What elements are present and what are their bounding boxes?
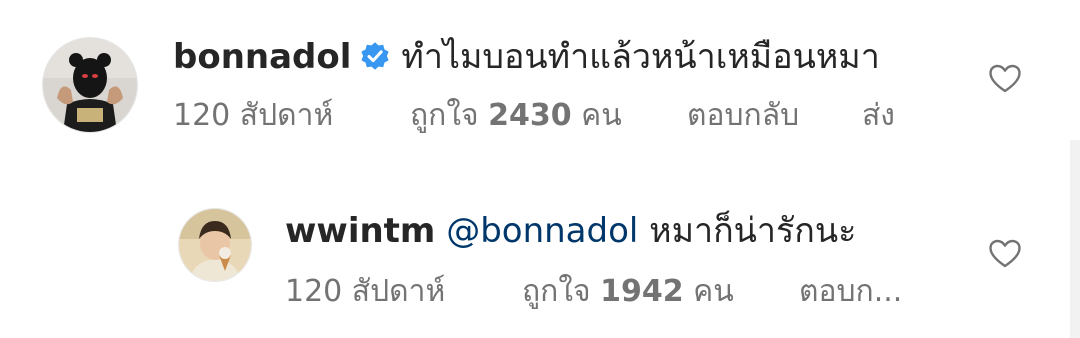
masked-person-avatar bbox=[43, 38, 137, 132]
like-button[interactable] bbox=[988, 62, 1022, 96]
likes-suffix: คน bbox=[693, 274, 734, 309]
comment-meta: 120 สัปดาห์ ถูกใจ 2430 คน ตอบกลับ ส่ง bbox=[173, 98, 933, 134]
likes-number: 2430 bbox=[488, 98, 572, 133]
like-button[interactable] bbox=[988, 237, 1022, 271]
mention-link[interactable]: @bonnadol bbox=[446, 211, 638, 251]
heart-outline-icon bbox=[989, 64, 1021, 93]
heart-outline-icon bbox=[989, 239, 1021, 268]
like-count[interactable]: ถูกใจ 2430 คน bbox=[410, 98, 622, 134]
send-button[interactable]: ส่ง bbox=[862, 98, 895, 134]
comment-text: ทำไมบอนทำแล้วหน้าเหมือนหมา bbox=[401, 37, 880, 77]
likes-number: 1942 bbox=[600, 274, 684, 309]
username[interactable]: wwintm bbox=[285, 211, 435, 251]
timestamp[interactable]: 120 สัปดาห์ bbox=[285, 274, 445, 310]
timestamp[interactable]: 120 สัปดาห์ bbox=[173, 98, 333, 134]
comment-text: หมาก็น่ารักนะ bbox=[649, 211, 857, 251]
comment-meta: 120 สัปดาห์ ถูกใจ 1942 คน ตอบก... bbox=[285, 274, 935, 310]
reply-button[interactable]: ตอบกลับ bbox=[687, 98, 799, 134]
verified-badge-icon bbox=[359, 40, 391, 72]
likes-prefix: ถูกใจ bbox=[410, 98, 479, 133]
username[interactable]: bonnadol bbox=[173, 37, 351, 77]
avatar-wwintm[interactable] bbox=[178, 208, 252, 282]
like-count[interactable]: ถูกใจ 1942 คน bbox=[522, 274, 734, 310]
person-eating-icecream-avatar bbox=[179, 209, 251, 281]
likes-suffix: คน bbox=[581, 98, 622, 133]
comment-line: wwintm @bonnadol หมาก็น่ารักนะ bbox=[285, 211, 856, 251]
likes-prefix: ถูกใจ bbox=[522, 274, 591, 309]
comment-line: bonnadol ทำไมบอนทำแล้วหน้าเหมือนหมา bbox=[173, 37, 880, 77]
scrollbar-track[interactable] bbox=[1070, 140, 1080, 338]
reply-button[interactable]: ตอบก... bbox=[799, 274, 902, 310]
avatar-bonnadol[interactable] bbox=[42, 37, 138, 133]
